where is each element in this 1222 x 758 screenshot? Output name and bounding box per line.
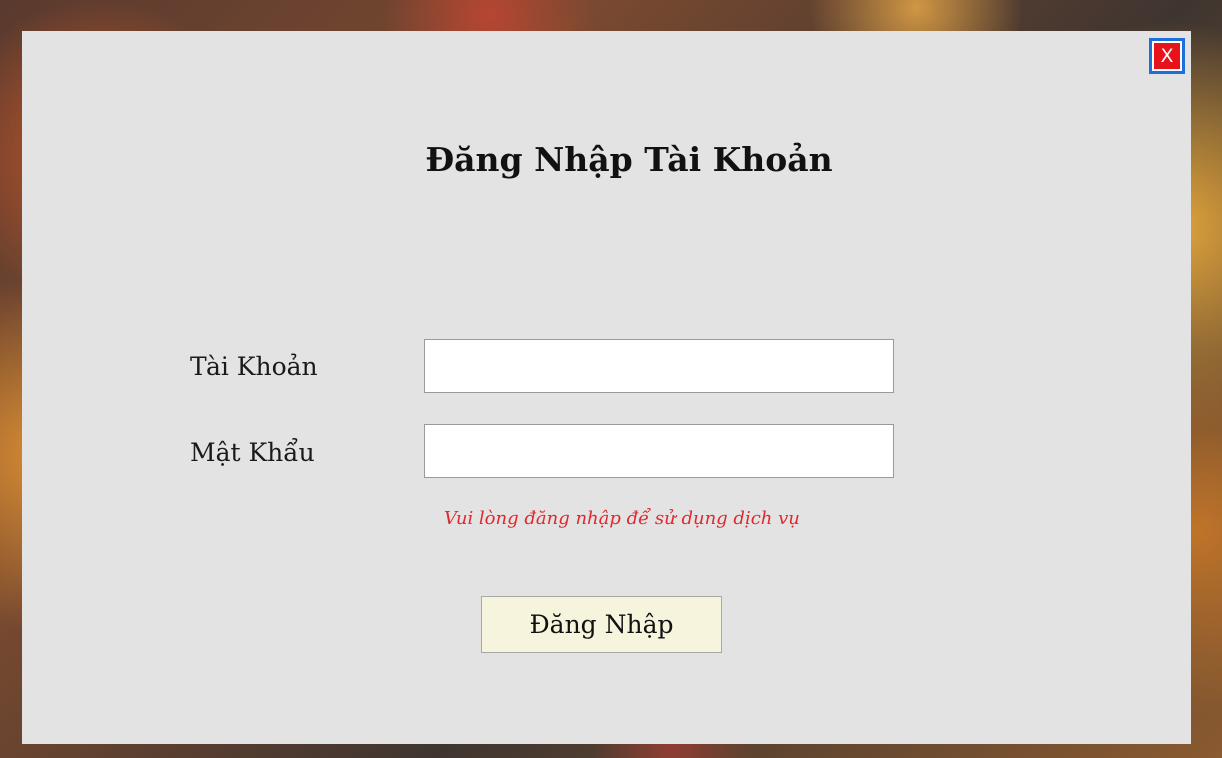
password-input[interactable] [424, 424, 894, 478]
username-input[interactable] [424, 339, 894, 393]
username-label: Tài Khoản [190, 352, 318, 381]
close-icon: X [1154, 43, 1180, 69]
dialog-title: Đăng Nhập Tài Khoản [425, 140, 833, 179]
login-button[interactable]: Đăng Nhập [481, 596, 722, 653]
password-label: Mật Khẩu [190, 438, 315, 467]
login-hint-message: Vui lòng đăng nhập để sử dụng dịch vụ [444, 508, 800, 529]
close-button[interactable]: X [1149, 38, 1185, 74]
